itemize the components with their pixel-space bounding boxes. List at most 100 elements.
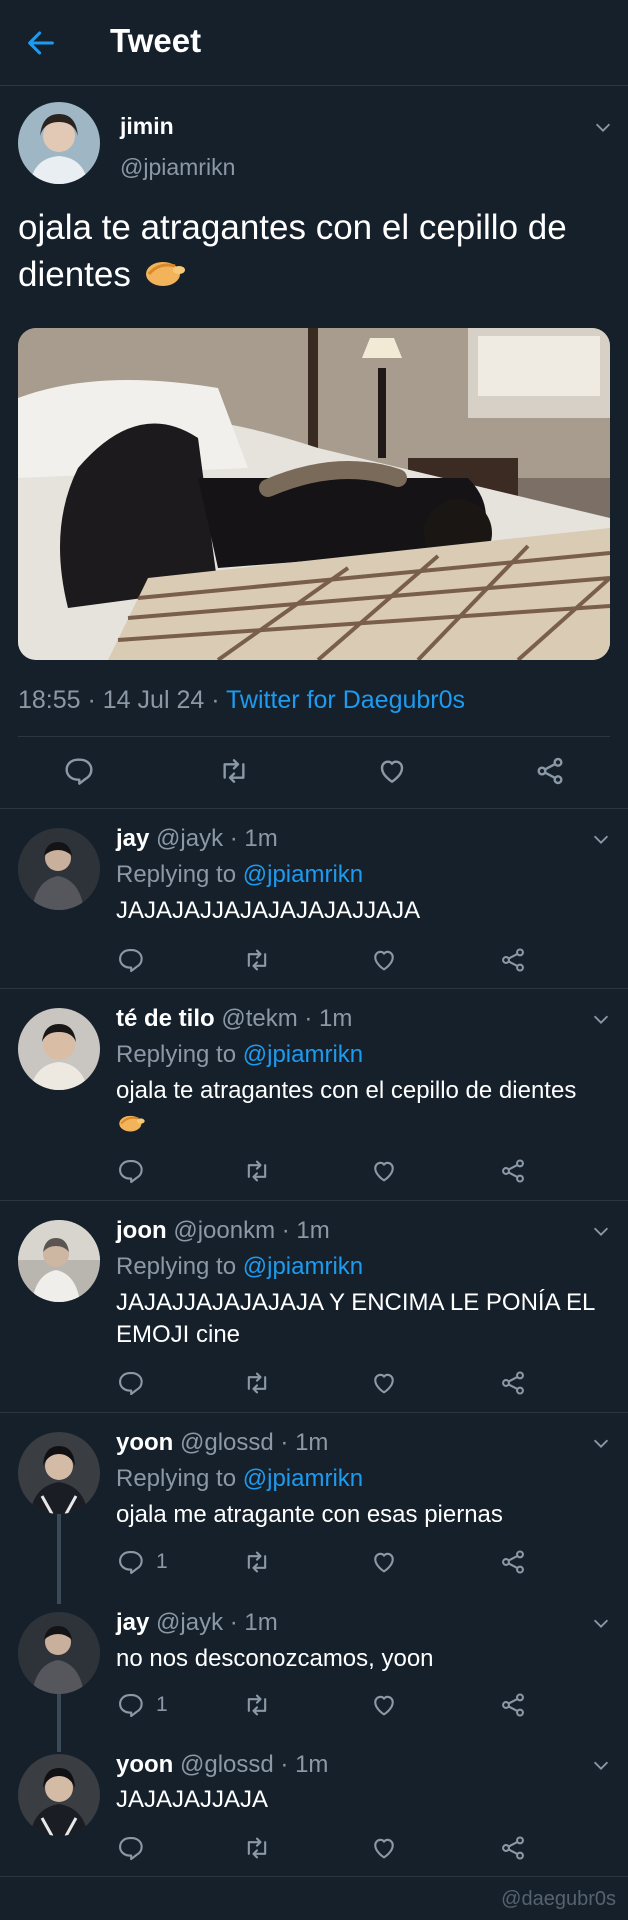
thread-line — [57, 1694, 61, 1752]
reply-author-name[interactable]: jay — [116, 1609, 149, 1636]
avatar[interactable] — [18, 1612, 100, 1694]
reply-time: 1m — [244, 825, 278, 852]
reply-icon[interactable] — [116, 946, 144, 974]
replying-to: Replying to @jpiamrikn — [116, 1253, 363, 1281]
chevron-down-icon[interactable] — [590, 1432, 612, 1454]
reply-author-name[interactable]: yoon — [116, 1751, 173, 1778]
share-icon[interactable] — [534, 755, 566, 787]
avatar[interactable] — [18, 1008, 100, 1090]
reply-actions: 1 — [116, 1548, 536, 1578]
tweet-media-image[interactable] — [18, 328, 610, 660]
tweet-time: 18:55 — [18, 686, 81, 714]
top-bar: Tweet — [0, 0, 628, 86]
reply-icon[interactable] — [116, 1691, 144, 1719]
like-icon[interactable] — [376, 755, 408, 787]
retweet-icon[interactable] — [243, 946, 271, 974]
divider — [0, 1412, 628, 1413]
author-name[interactable]: jimin — [120, 113, 174, 140]
replying-to-label: Replying to — [116, 1465, 243, 1492]
reply-author-handle[interactable]: @glossd — [180, 1751, 274, 1778]
share-icon[interactable] — [499, 1369, 527, 1397]
reply-actions — [116, 1369, 536, 1399]
like-icon[interactable] — [370, 1548, 398, 1576]
reply-icon[interactable] — [116, 1834, 144, 1862]
replying-to-label: Replying to — [116, 1041, 243, 1068]
reply-author-handle[interactable]: @glossd — [180, 1429, 274, 1456]
reply-header: jay @jayk · 1m — [116, 1609, 278, 1636]
retweet-icon[interactable] — [243, 1691, 271, 1719]
mention-link[interactable]: @jpiamrikn — [243, 1041, 363, 1068]
like-icon[interactable] — [370, 1691, 398, 1719]
tweet-source-link[interactable]: Twitter for Daegubr0s — [226, 686, 465, 714]
reply-author-handle[interactable]: @tekm — [221, 1005, 297, 1032]
share-icon[interactable] — [499, 1157, 527, 1185]
mention-link[interactable]: @jpiamrikn — [243, 861, 363, 888]
retweet-icon[interactable] — [243, 1157, 271, 1185]
like-icon[interactable] — [370, 1369, 398, 1397]
avatar[interactable] — [18, 828, 100, 910]
reply-author-name[interactable]: jay — [116, 825, 149, 852]
reply-icon[interactable] — [116, 1548, 144, 1576]
retweet-icon[interactable] — [243, 1548, 271, 1576]
reply-time: 1m — [295, 1429, 329, 1456]
reply-icon[interactable] — [116, 1157, 144, 1185]
avatar[interactable] — [18, 1754, 100, 1836]
chevron-down-icon[interactable] — [590, 1612, 612, 1634]
share-icon[interactable] — [499, 1548, 527, 1576]
reply-time: 1m — [319, 1005, 353, 1032]
tweet-text-content: ojala te atragantes con el cepillo de di… — [18, 208, 567, 294]
like-icon[interactable] — [370, 946, 398, 974]
reply-author-name[interactable]: té de tilo — [116, 1005, 215, 1032]
reply-icon[interactable] — [62, 755, 94, 787]
reply-author-name[interactable]: yoon — [116, 1429, 173, 1456]
like-icon[interactable] — [370, 1834, 398, 1862]
mention-link[interactable]: @jpiamrikn — [243, 1253, 363, 1280]
mention-link[interactable]: @jpiamrikn — [243, 1465, 363, 1492]
reply-author-handle[interactable]: @jayk — [156, 825, 223, 852]
pinching-hand-icon — [119, 1115, 145, 1132]
thread-line — [57, 1514, 61, 1604]
divider — [18, 736, 610, 737]
back-arrow-icon[interactable] — [24, 26, 58, 60]
replying-to: Replying to @jpiamrikn — [116, 1041, 363, 1069]
avatar[interactable] — [18, 1220, 100, 1302]
reply-count: 1 — [156, 1550, 168, 1573]
replying-to-label: Replying to — [116, 1253, 243, 1280]
divider — [0, 1200, 628, 1201]
reply-author-name[interactable]: joon — [116, 1217, 167, 1244]
reply-time: 1m — [244, 1609, 278, 1636]
page-title: Tweet — [110, 22, 202, 59]
reply-header: yoon @glossd · 1m — [116, 1429, 329, 1456]
replying-to: Replying to @jpiamrikn — [116, 1465, 363, 1493]
tweet-date: 14 Jul 24 — [102, 686, 205, 714]
avatar[interactable] — [18, 1432, 100, 1514]
share-icon[interactable] — [499, 1834, 527, 1862]
reply-actions — [116, 1834, 536, 1864]
chevron-down-icon[interactable] — [592, 116, 614, 138]
retweet-icon[interactable] — [243, 1834, 271, 1862]
author-handle[interactable]: @jpiamrikn — [120, 154, 235, 181]
reply-actions: 1 — [116, 1691, 536, 1721]
chevron-down-icon[interactable] — [590, 1754, 612, 1776]
reply-text-content: ojala te atragantes con el cepillo de di… — [116, 1077, 577, 1104]
reply-text: JAJAJAJJAJAJAJAJAJJAJA — [116, 897, 421, 924]
divider — [0, 988, 628, 989]
reply-icon[interactable] — [116, 1369, 144, 1397]
reply-actions — [116, 946, 536, 976]
share-icon[interactable] — [499, 946, 527, 974]
reply-author-handle[interactable]: @joonkm — [173, 1217, 275, 1244]
retweet-icon[interactable] — [243, 1369, 271, 1397]
reply-header: té de tilo @tekm · 1m — [116, 1005, 353, 1032]
avatar[interactable] — [18, 102, 100, 184]
reply-time: 1m — [295, 1751, 329, 1778]
share-icon[interactable] — [499, 1691, 527, 1719]
replying-to: Replying to @jpiamrikn — [116, 861, 363, 889]
chevron-down-icon[interactable] — [590, 1220, 612, 1242]
pinching-hand-icon — [145, 262, 185, 286]
reply-author-handle[interactable]: @jayk — [156, 1609, 223, 1636]
like-icon[interactable] — [370, 1157, 398, 1185]
chevron-down-icon[interactable] — [590, 828, 612, 850]
retweet-icon[interactable] — [218, 755, 250, 787]
reply-header: jay @jayk · 1m — [116, 825, 278, 852]
chevron-down-icon[interactable] — [590, 1008, 612, 1030]
